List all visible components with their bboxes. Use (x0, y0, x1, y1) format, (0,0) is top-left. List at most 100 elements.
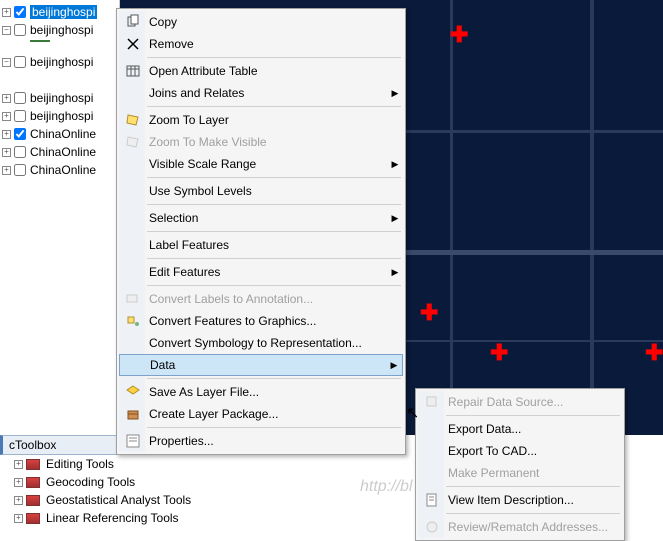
menu-convert-features[interactable]: Convert Features to Graphics... (119, 310, 403, 332)
toolbox-item[interactable]: + Editing Tools (0, 455, 300, 473)
menu-convert-labels: Convert Labels to Annotation... (119, 288, 403, 310)
layer-checkbox[interactable] (14, 128, 26, 140)
menu-label: Export Data... (444, 422, 622, 436)
menu-zoom-to-layer[interactable]: Zoom To Layer (119, 109, 403, 131)
expand-icon[interactable]: + (2, 94, 11, 103)
menu-joins-relates[interactable]: Joins and Relates▶ (119, 82, 403, 104)
toolbox-label: Geocoding Tools (46, 475, 135, 489)
toolbox-label: Linear Referencing Tools (46, 511, 179, 525)
layer-label[interactable]: beijinghospi (30, 91, 93, 105)
blank-icon (121, 208, 145, 228)
layer-checkbox[interactable] (14, 6, 26, 18)
layer-label[interactable]: beijinghospi (30, 5, 97, 19)
layer-checkbox[interactable] (14, 110, 26, 122)
menu-use-symbol-levels[interactable]: Use Symbol Levels (119, 180, 403, 202)
layer-label[interactable]: ChinaOnline (30, 127, 96, 141)
expand-icon[interactable]: + (14, 478, 23, 487)
convert-labels-icon (121, 289, 145, 309)
layer-row[interactable]: + ChinaOnline (0, 144, 119, 160)
layer-checkbox[interactable] (14, 24, 26, 36)
expand-icon[interactable]: + (14, 496, 23, 505)
blank-icon (121, 333, 145, 353)
layers-panel: + beijinghospi − beijinghospi − beijinghosp… (0, 0, 120, 435)
expand-icon[interactable]: + (2, 148, 11, 157)
toolbox-label: Editing Tools (46, 457, 114, 471)
menu-data[interactable]: Data▶ (119, 354, 403, 376)
blank-icon (420, 463, 444, 483)
menu-export-data[interactable]: Export Data... (418, 418, 622, 440)
menu-repair-data-source: Repair Data Source... (418, 391, 622, 413)
blank-icon (121, 262, 145, 282)
expand-icon[interactable]: + (14, 460, 23, 469)
blank-icon (122, 355, 146, 375)
menu-copy[interactable]: Copy (119, 11, 403, 33)
expand-icon[interactable]: + (2, 166, 11, 175)
zoom-visible-icon (121, 132, 145, 152)
submenu-arrow-icon: ▶ (387, 88, 403, 99)
expand-icon[interactable]: − (2, 26, 11, 35)
layer-checkbox[interactable] (14, 146, 26, 158)
expand-icon[interactable]: − (2, 58, 11, 67)
layer-label[interactable]: beijinghospi (30, 109, 93, 123)
menu-separator (147, 106, 401, 107)
layer-checkbox[interactable] (14, 92, 26, 104)
data-submenu: Repair Data Source... Export Data... Exp… (415, 388, 625, 541)
expand-icon[interactable]: + (2, 130, 11, 139)
menu-label: Open Attribute Table (145, 64, 403, 78)
layer-row[interactable]: + beijinghospi (0, 108, 119, 124)
expand-icon[interactable]: + (14, 514, 23, 523)
menu-separator (147, 427, 401, 428)
toolbox-item[interactable]: + Geocoding Tools (0, 473, 300, 491)
layer-label[interactable]: ChinaOnline (30, 163, 96, 177)
menu-convert-symbology[interactable]: Convert Symbology to Representation... (119, 332, 403, 354)
copy-icon (121, 12, 145, 32)
blank-icon (420, 419, 444, 439)
menu-selection[interactable]: Selection▶ (119, 207, 403, 229)
layer-checkbox[interactable] (14, 164, 26, 176)
menu-label: Convert Features to Graphics... (145, 314, 403, 328)
layer-checkbox[interactable] (14, 56, 26, 68)
layer-row[interactable]: + beijinghospi (0, 90, 119, 106)
menu-save-as-layer[interactable]: Save As Layer File... (119, 381, 403, 403)
layer-row[interactable]: + beijinghospi (0, 4, 119, 20)
menu-remove[interactable]: Remove (119, 33, 403, 55)
layer-label[interactable]: beijinghospi (30, 23, 93, 37)
menu-separator (147, 204, 401, 205)
blank-icon (121, 154, 145, 174)
menu-label: Copy (145, 15, 403, 29)
layer-label[interactable]: beijinghospi (30, 55, 93, 69)
menu-visible-scale-range[interactable]: Visible Scale Range▶ (119, 153, 403, 175)
expand-icon[interactable]: + (2, 112, 11, 121)
layer-label[interactable]: ChinaOnline (30, 145, 96, 159)
hospital-marker-icon: ✚ (490, 340, 508, 366)
package-icon (121, 404, 145, 424)
menu-export-to-cad[interactable]: Export To CAD... (418, 440, 622, 462)
menu-separator (147, 285, 401, 286)
menu-separator (147, 258, 401, 259)
layer-row[interactable]: + ChinaOnline (0, 162, 119, 178)
menu-open-attribute-table[interactable]: Open Attribute Table (119, 60, 403, 82)
properties-icon (121, 431, 145, 451)
expand-icon[interactable]: + (2, 8, 11, 17)
submenu-arrow-icon: ▶ (387, 159, 403, 170)
menu-label: Convert Labels to Annotation... (145, 292, 403, 306)
menu-zoom-make-visible: Zoom To Make Visible (119, 131, 403, 153)
layer-row[interactable]: − beijinghospi (0, 22, 119, 38)
menu-edit-features[interactable]: Edit Features▶ (119, 261, 403, 283)
toolbox-icon (26, 495, 40, 506)
table-icon (121, 61, 145, 81)
toolbox-item[interactable]: + Linear Referencing Tools (0, 509, 300, 527)
menu-properties[interactable]: Properties... (119, 430, 403, 452)
convert-features-icon (121, 311, 145, 331)
menu-create-layer-package[interactable]: Create Layer Package... (119, 403, 403, 425)
layer-row[interactable]: − beijinghospi (0, 54, 119, 70)
menu-label: Export To CAD... (444, 444, 622, 458)
menu-label-features[interactable]: Label Features (119, 234, 403, 256)
layer-row[interactable]: + ChinaOnline (0, 126, 119, 142)
toolbox-item[interactable]: +Geostatistical Analyst Tools (0, 491, 300, 509)
menu-label: Data (146, 358, 386, 372)
menu-label: Zoom To Layer (145, 113, 403, 127)
menu-label: Create Layer Package... (145, 407, 403, 421)
menu-view-item-description[interactable]: View Item Description... (418, 489, 622, 511)
toolbox-icon (26, 513, 40, 524)
